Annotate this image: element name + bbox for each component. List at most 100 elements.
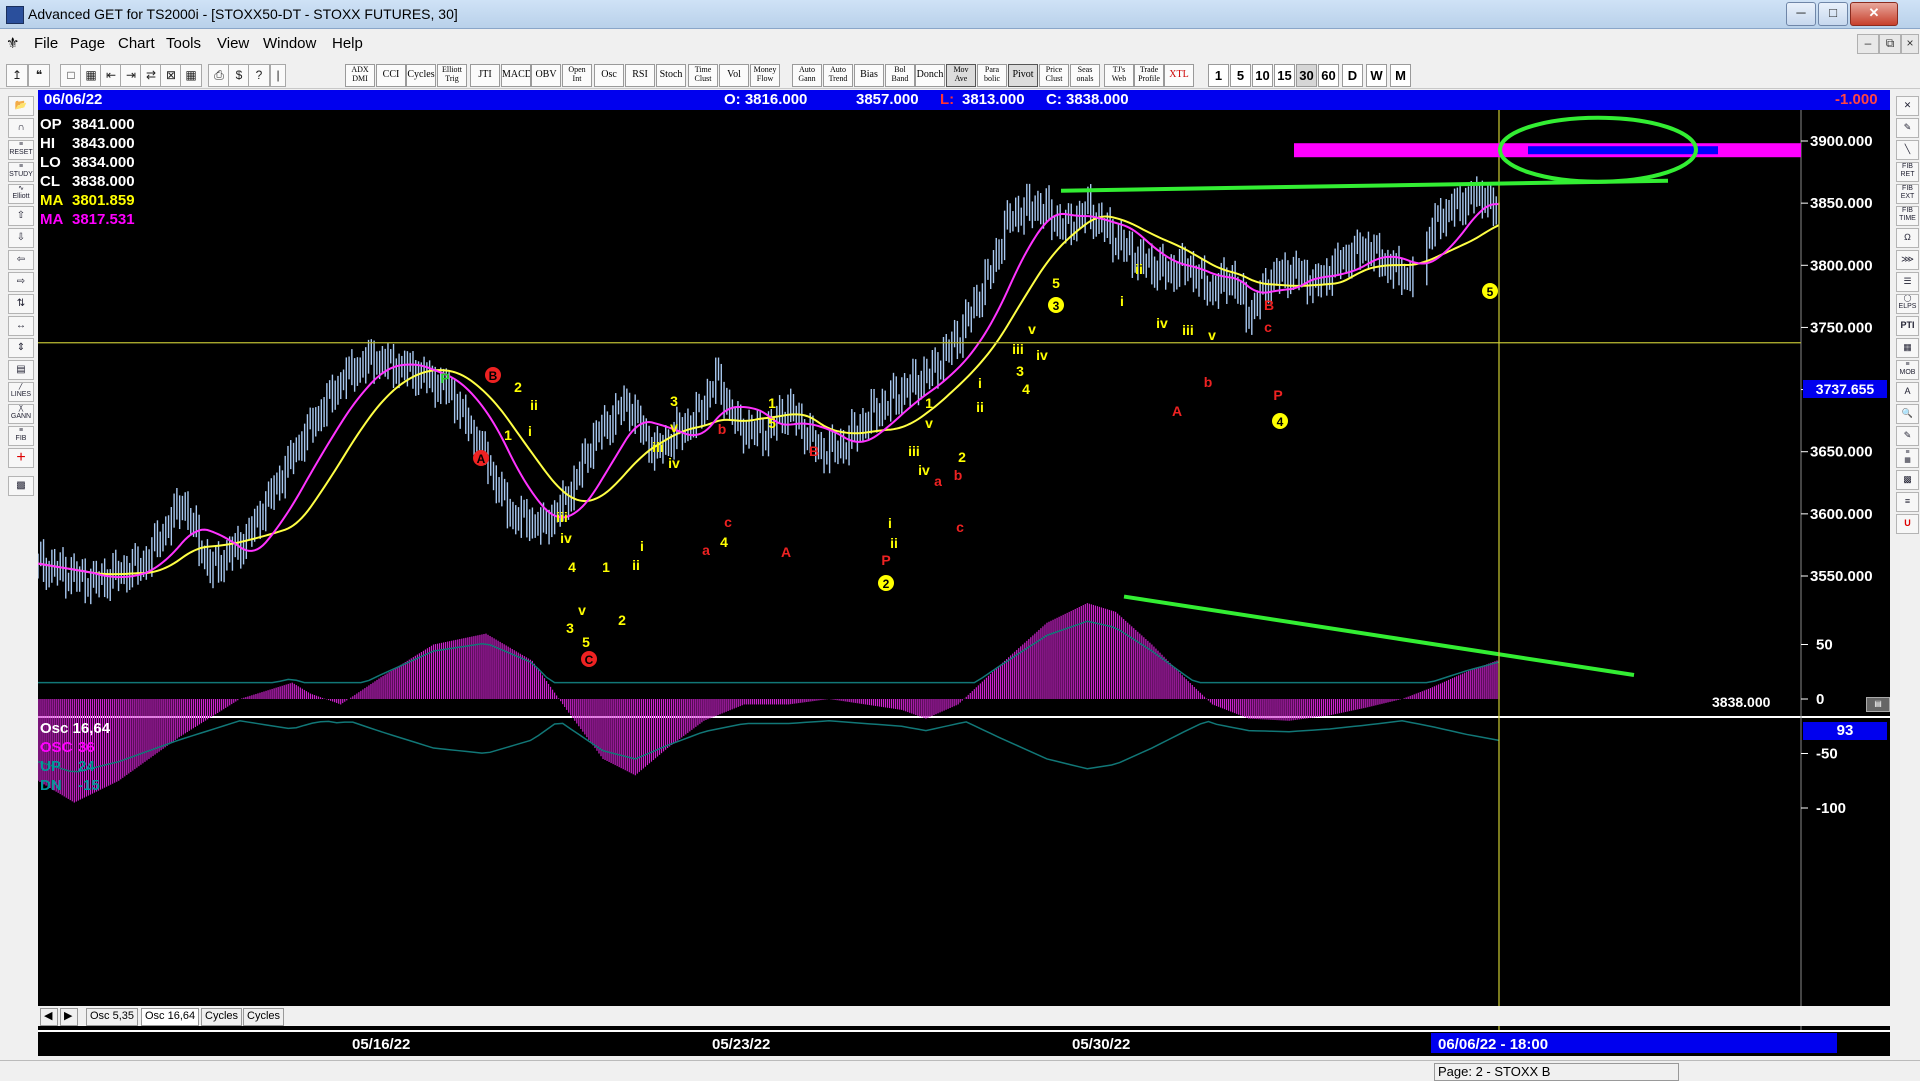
- quote-icon[interactable]: ❝: [28, 64, 50, 87]
- indicator-button-vol[interactable]: Vol: [719, 64, 749, 87]
- mdi-restore-button[interactable]: ⧉: [1879, 34, 1901, 54]
- indicator-button-auto-trend[interactable]: Auto Trend: [823, 64, 853, 87]
- timeframe-button-w[interactable]: W: [1366, 64, 1387, 87]
- tab-osc-16-64[interactable]: Osc 16,64: [141, 1008, 200, 1026]
- indicator-button-rsi[interactable]: RSI: [625, 64, 655, 87]
- sync-icon[interactable]: ⇄: [140, 64, 162, 87]
- menu-window[interactable]: Window: [263, 35, 316, 52]
- expand-icon[interactable]: ↔: [8, 316, 34, 336]
- indicator-button-elliott-trig[interactable]: Elliott Trig: [437, 64, 467, 87]
- indicator-button-time-clust[interactable]: Time Clust: [688, 64, 718, 87]
- indicator-button-stoch[interactable]: Stoch: [656, 64, 686, 87]
- arrow-up-icon[interactable]: ⇧: [8, 206, 34, 226]
- menu-tools[interactable]: Tools: [166, 35, 201, 52]
- arrow-down-icon[interactable]: ⇩: [8, 228, 34, 248]
- study-button[interactable]: ≡ STUDY: [8, 162, 34, 182]
- timeframe-button-m[interactable]: M: [1390, 64, 1411, 87]
- stats-button[interactable]: ≡ ▦: [1896, 448, 1919, 468]
- indicator-button-macd[interactable]: MACD: [501, 64, 531, 87]
- fib-time-button[interactable]: FIB TIME: [1896, 206, 1919, 226]
- menu-view[interactable]: View: [217, 35, 249, 52]
- reset-button[interactable]: ≡ RESET: [8, 140, 34, 160]
- scroll-right-icon[interactable]: ⇥: [120, 64, 142, 87]
- mdi-close-button[interactable]: ×: [1901, 34, 1919, 54]
- undo-button[interactable]: U: [1896, 514, 1919, 534]
- indicator-button-trade-profile[interactable]: Trade Profile: [1134, 64, 1164, 87]
- menu-file[interactable]: File: [34, 35, 58, 52]
- zoom-icon[interactable]: 🔍: [1896, 404, 1919, 424]
- fan-icon[interactable]: ⋙: [1896, 250, 1919, 270]
- print-icon[interactable]: ⎙: [208, 64, 230, 87]
- lines-button[interactable]: ╱ LINES: [8, 382, 34, 402]
- cursor-tool-icon[interactable]: ↥: [6, 64, 28, 87]
- scale-icon[interactable]: ▤: [1866, 697, 1890, 712]
- grid2-icon[interactable]: ▩: [1896, 470, 1919, 490]
- menu-page[interactable]: Page: [70, 35, 105, 52]
- help-icon[interactable]: ?: [248, 64, 270, 87]
- fib-button[interactable]: ≡ FIB: [8, 426, 34, 446]
- indicator-button-para-bolic[interactable]: Para bolic: [977, 64, 1007, 87]
- tab-scroll-left[interactable]: ◀: [40, 1008, 58, 1026]
- timeframe-button-1[interactable]: 1: [1208, 64, 1229, 87]
- mob-button[interactable]: ≡ MOB: [1896, 360, 1919, 380]
- tab-cycles-2[interactable]: Cycles: [243, 1008, 285, 1026]
- indicator-button-seas-onals[interactable]: Seas onals: [1070, 64, 1100, 87]
- fib-ret-button[interactable]: FIB RET: [1896, 162, 1919, 182]
- timeframe-button-10[interactable]: 10: [1252, 64, 1273, 87]
- bars-icon[interactable]: ▤: [8, 360, 34, 380]
- grid-tool-icon[interactable]: ▦: [1896, 338, 1919, 358]
- compress-icon[interactable]: ⇅: [8, 294, 34, 314]
- fib-ext-button[interactable]: FIB EXT: [1896, 184, 1919, 204]
- indicator-button-cci[interactable]: CCI: [376, 64, 406, 87]
- clipboard-icon[interactable]: ▩: [8, 476, 34, 496]
- marker-icon[interactable]: ✎: [1896, 426, 1919, 446]
- indicator-button-tj-s-web[interactable]: TJ's Web: [1104, 64, 1134, 87]
- indicator-button-jti[interactable]: JTI: [470, 64, 500, 87]
- pencil-icon[interactable]: ✎: [1896, 118, 1919, 138]
- dollar-icon[interactable]: $: [228, 64, 250, 87]
- grid-icon[interactable]: ▦: [180, 64, 202, 87]
- gann-button[interactable]: ╳ GANN: [8, 404, 34, 424]
- indicator-button-open-int[interactable]: Open Int: [562, 64, 592, 87]
- timeframe-button-d[interactable]: D: [1342, 64, 1363, 87]
- indicator-button-bias[interactable]: Bias: [854, 64, 884, 87]
- indicator-button-price-clust[interactable]: Price Clust: [1039, 64, 1069, 87]
- new-page-icon[interactable]: □: [60, 64, 82, 87]
- maximize-button[interactable]: □: [1818, 2, 1848, 26]
- arrow-left-icon[interactable]: ⇦: [8, 250, 34, 270]
- scroll-left-icon[interactable]: ⇤: [100, 64, 122, 87]
- tab-cycles-1[interactable]: Cycles: [201, 1008, 243, 1026]
- minimize-button[interactable]: ─: [1786, 2, 1816, 26]
- text-tool-icon[interactable]: A: [1896, 382, 1919, 402]
- arrow-right-icon[interactable]: ⇨: [8, 272, 34, 292]
- timeframe-button-30[interactable]: 30: [1296, 64, 1317, 87]
- open-page-icon[interactable]: ▦: [80, 64, 102, 87]
- indicator-button-obv[interactable]: OBV: [531, 64, 561, 87]
- close-tool-icon[interactable]: ✕: [1896, 96, 1919, 116]
- indicator-button-adx-dmi[interactable]: ADX DMI: [345, 64, 375, 87]
- timeframe-button-5[interactable]: 5: [1230, 64, 1251, 87]
- indicator-button-xtl[interactable]: XTL: [1164, 64, 1194, 87]
- indicator-button-pivot[interactable]: Pivot: [1008, 64, 1038, 87]
- price-chart[interactable]: P BA21iiiiiiiv4 1v352Ciii3viiiivbac415BA P2…: [38, 110, 1890, 1056]
- close-button[interactable]: ✕: [1850, 2, 1898, 26]
- open-icon[interactable]: 📂: [8, 96, 34, 116]
- indicator-button-money-flow[interactable]: Money Flow: [750, 64, 780, 87]
- chart-icon[interactable]: ∩: [8, 118, 34, 138]
- tab-scroll-right[interactable]: ▶: [60, 1008, 78, 1026]
- line-tool-icon[interactable]: ╲: [1896, 140, 1919, 160]
- channel-icon[interactable]: ☰: [1896, 272, 1919, 292]
- indicator-button-bol-band[interactable]: Bol Band: [885, 64, 915, 87]
- menu-chart[interactable]: Chart: [118, 35, 155, 52]
- elliott-button[interactable]: ∿ Elliott: [8, 184, 34, 204]
- timeframe-button-15[interactable]: 15: [1274, 64, 1295, 87]
- mdi-doc-icon[interactable]: ⚜: [6, 34, 19, 52]
- mdi-minimize-button[interactable]: –: [1857, 34, 1879, 54]
- timeframe-button-60[interactable]: 60: [1318, 64, 1339, 87]
- tab-osc-5-35[interactable]: Osc 5,35: [86, 1008, 139, 1026]
- indicator-button-auto-gann[interactable]: Auto Gann: [792, 64, 822, 87]
- ellipse-button[interactable]: ◯ ELPS: [1896, 294, 1919, 314]
- indicator-button-cycles[interactable]: Cycles: [406, 64, 436, 87]
- align-icon[interactable]: ≡: [1896, 492, 1919, 512]
- pti-button[interactable]: PTI: [1896, 316, 1919, 336]
